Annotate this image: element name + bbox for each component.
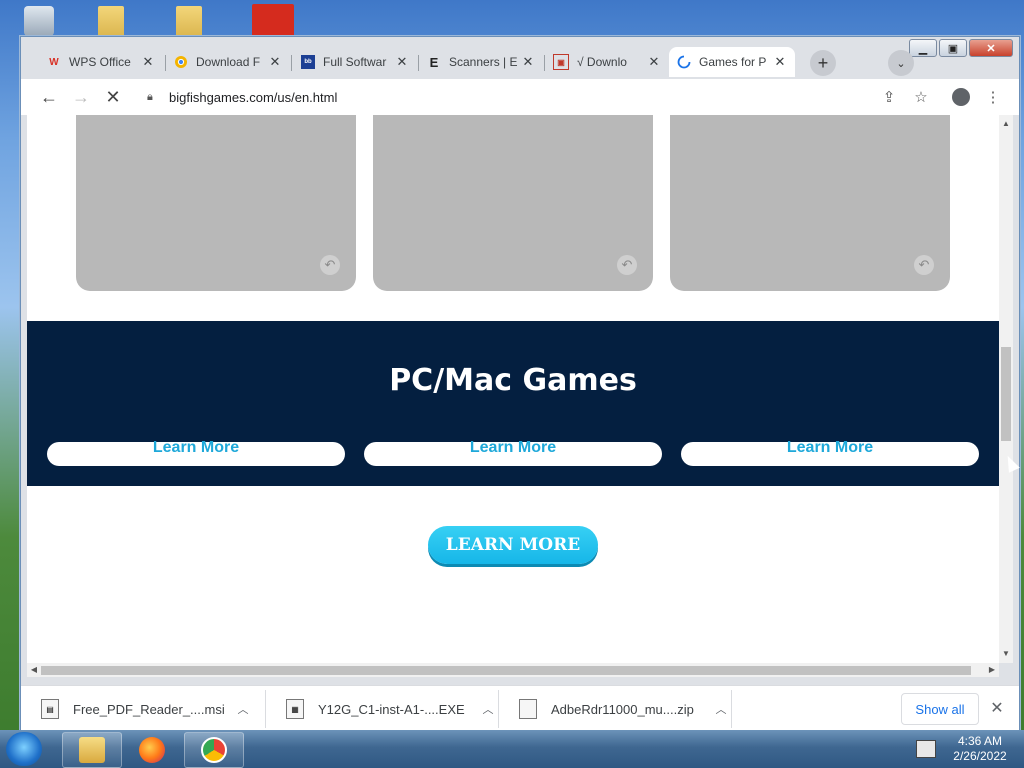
system-tray: 4:36 AM 2/26/2022 [912, 734, 1020, 764]
share-icon[interactable]: ⇪ [879, 87, 899, 107]
tab-scanners[interactable]: E Scanners | E ✕ [419, 47, 543, 77]
learn-more-button[interactable]: Learn More [364, 439, 662, 466]
url-text: bigfishgames.com/us/en.html [169, 89, 338, 105]
taskbar-explorer[interactable] [62, 732, 122, 768]
msi-file-icon: ▤ [41, 699, 59, 719]
desktop-recycle-bin-icon[interactable] [24, 6, 54, 36]
download-filename: AdbeRdr11000_mu....zip [551, 701, 694, 717]
download-item[interactable]: AdbeRdr11000_mu....zip ︿ [499, 686, 731, 732]
new-tab-button[interactable]: + [810, 50, 836, 76]
taskbar: 4:36 AM 2/26/2022 [0, 730, 1024, 768]
loading-spinner-icon [677, 55, 691, 69]
chevron-up-icon[interactable]: ︿ [711, 701, 731, 717]
tab-wps-office[interactable]: W WPS Office ✕ [39, 47, 163, 77]
browser-toolbar: ← → ✕ 🔒︎ bigfishgames.com/us/en.html ⇪ ☆… [21, 79, 1019, 115]
flip-card-icon[interactable]: ↶ [617, 255, 637, 275]
tab-title: WPS Office [69, 55, 131, 69]
tab-strip: W WPS Office ✕ Download F ✕ bb Full Soft… [27, 47, 1017, 79]
browser-window: ▁ ▣ ✕ W WPS Office ✕ Download F ✕ bb Ful… [20, 36, 1020, 733]
exe-file-icon: ▦ [286, 699, 304, 719]
scrollbar-thumb[interactable] [41, 666, 971, 675]
chrome-icon [201, 737, 227, 763]
close-tab-icon[interactable]: ✕ [141, 54, 155, 70]
learn-more-cta-button[interactable]: LEARN MORE [428, 526, 598, 564]
section-title: PC/Mac Games [389, 363, 637, 398]
tab-title: Download F [196, 55, 261, 69]
learn-more-button[interactable]: Learn More [681, 439, 979, 466]
scroll-up-arrow-icon[interactable]: ▲ [999, 117, 1013, 131]
show-all-downloads-button[interactable]: Show all [901, 693, 979, 725]
download-item[interactable]: ▤ Free_PDF_Reader_....msi ︿ [21, 686, 265, 732]
download-shelf: ▤ Free_PDF_Reader_....msi ︿ ▦ Y12G_C1-in… [21, 685, 1019, 733]
learn-more-label: Learn More [786, 439, 874, 456]
scroll-left-arrow-icon[interactable]: ◀ [27, 663, 41, 677]
e-icon: E [429, 54, 439, 70]
scrollbar-thumb[interactable] [1001, 347, 1011, 441]
desktop-acrobat-icon[interactable] [252, 4, 294, 40]
stop-loading-button[interactable]: ✕ [101, 85, 125, 109]
tab-download-2[interactable]: ▣ √ Downlo ✕ [545, 47, 669, 77]
vertical-scrollbar[interactable]: ▲ ▼ [999, 115, 1013, 663]
pc-mac-games-section: PC/Mac Games Learn More Learn More Learn… [27, 321, 999, 486]
flip-card-icon[interactable]: ↶ [914, 255, 934, 275]
folder-icon [79, 737, 105, 763]
desktop-folder-icon[interactable] [98, 6, 124, 40]
bobby-icon: bb [301, 55, 315, 69]
menu-kebab-icon[interactable]: ⋮ [983, 87, 1003, 107]
tab-title: Games for P [699, 55, 767, 69]
chevron-up-icon[interactable]: ︿ [478, 701, 498, 717]
scroll-right-arrow-icon[interactable]: ▶ [985, 663, 999, 677]
download-filename: Y12G_C1-inst-A1-....EXE [318, 701, 465, 717]
tab-title: √ Downlo [577, 55, 627, 69]
close-tab-icon[interactable]: ✕ [395, 54, 409, 70]
taskbar-firefox[interactable] [122, 732, 182, 768]
forward-button[interactable]: → [69, 85, 93, 109]
taskbar-chrome[interactable] [184, 732, 244, 768]
download-separator [731, 690, 732, 728]
learn-more-label: Learn More [469, 439, 557, 456]
close-download-shelf-icon[interactable]: ✕ [987, 698, 1007, 718]
bookmark-star-icon[interactable]: ☆ [911, 87, 931, 107]
tab-title: Full Softwar [323, 55, 387, 69]
profile-avatar-icon[interactable] [951, 87, 971, 107]
zip-file-icon [519, 699, 537, 719]
desktop-folder-icon[interactable] [176, 6, 202, 40]
firefox-icon [139, 737, 165, 763]
tab-title: Scanners | E [449, 55, 518, 69]
wps-icon: W [49, 56, 59, 68]
game-card[interactable]: ↶ [373, 115, 653, 291]
chevron-up-icon[interactable]: ︿ [233, 701, 253, 717]
download-item[interactable]: ▦ Y12G_C1-inst-A1-....EXE ︿ [266, 686, 498, 732]
start-button[interactable] [6, 732, 42, 766]
clock-date[interactable]: 2/26/2022 [944, 749, 1016, 763]
scroll-down-arrow-icon[interactable]: ▼ [999, 647, 1013, 661]
chrome-favicon [174, 55, 188, 69]
game-card[interactable]: ↶ [670, 115, 950, 291]
learn-more-button[interactable]: Learn More [47, 439, 345, 466]
tab-full-software[interactable]: bb Full Softwar ✕ [293, 47, 417, 77]
close-tab-icon[interactable]: ✕ [647, 54, 661, 70]
address-bar[interactable]: 🔒︎ bigfishgames.com/us/en.html [135, 83, 905, 111]
back-button[interactable]: ← [37, 85, 61, 109]
lock-icon[interactable]: 🔒︎ [147, 91, 159, 103]
close-tab-icon[interactable]: ✕ [521, 54, 535, 70]
page-content: ↶ ↶ ↶ PC/Mac Games Learn More Learn More… [27, 115, 999, 663]
learn-more-label: Learn More [152, 439, 240, 456]
close-tab-icon[interactable]: ✕ [268, 54, 282, 70]
horizontal-scrollbar[interactable]: ◀ ▶ [27, 663, 999, 677]
network-icon[interactable] [916, 740, 936, 758]
download-icon: ▣ [553, 54, 569, 70]
tab-search-button[interactable]: ⌄ [888, 50, 914, 76]
tab-download[interactable]: Download F ✕ [166, 47, 290, 77]
game-card[interactable]: ↶ [76, 115, 356, 291]
tab-games-for-pc[interactable]: Games for P ✕ [669, 47, 795, 77]
tab-separator [291, 55, 292, 71]
flip-card-icon[interactable]: ↶ [320, 255, 340, 275]
close-tab-icon[interactable]: ✕ [773, 54, 787, 70]
clock-time[interactable]: 4:36 AM [944, 734, 1016, 748]
download-filename: Free_PDF_Reader_....msi [73, 701, 225, 717]
